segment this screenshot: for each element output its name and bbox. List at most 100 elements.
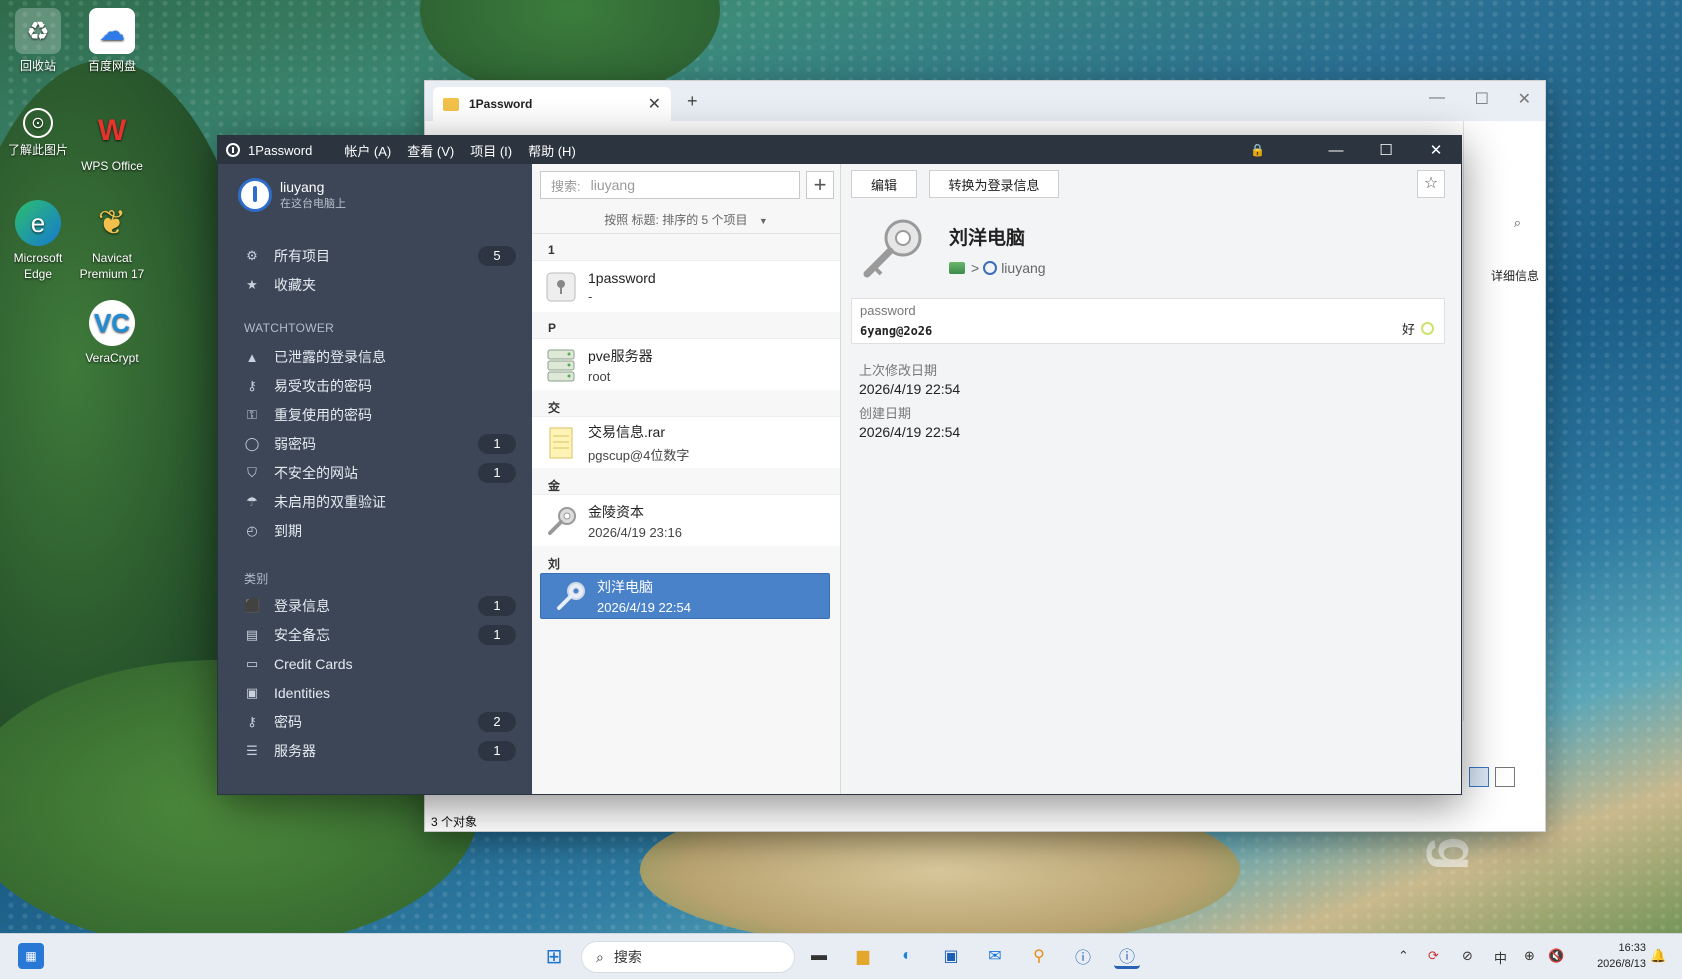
network-off-icon[interactable]: ⊘: [1462, 948, 1473, 964]
menu-item[interactable]: 项目 (I): [470, 141, 512, 160]
start-icon[interactable]: ⊞: [541, 943, 567, 969]
menu-account[interactable]: 帐户 (A): [344, 141, 391, 160]
minimize-icon[interactable]: —: [1429, 89, 1445, 107]
explorer-details-pane: [1463, 121, 1545, 721]
outlook-icon[interactable]: ✉: [982, 943, 1008, 969]
sync-icon[interactable]: ⟳: [1428, 948, 1439, 964]
onepassword-taskbar-icon[interactable]: ⓘ: [1070, 943, 1096, 969]
details-button[interactable]: 详细信息: [1491, 267, 1539, 284]
sidebar-item-vulnerable[interactable]: ⚷ 易受攻击的密码: [244, 373, 516, 399]
chevron-up-icon[interactable]: ⌃: [1398, 948, 1409, 964]
notification-bell-icon[interactable]: 🔔: [1650, 948, 1666, 964]
add-item-button[interactable]: +: [806, 171, 834, 199]
clock[interactable]: 16:33 2026/8/13: [1597, 940, 1646, 972]
tiles-view-icon[interactable]: [1495, 767, 1515, 787]
count-badge: 2: [478, 712, 516, 732]
sidebar-item-credit-cards[interactable]: ▭ Credit Cards: [244, 651, 516, 677]
item-title: 1password: [588, 269, 656, 286]
search-icon[interactable]: ⌕: [1514, 215, 1521, 231]
file-explorer-icon[interactable]: ▆: [850, 943, 876, 969]
edge-icon[interactable]: ◐: [894, 943, 920, 969]
desktop-icon-spotlight[interactable]: ⊙ 了解此图片: [0, 108, 76, 158]
search-tool-icon[interactable]: ⚲: [1026, 943, 1052, 969]
maximize-icon[interactable]: ☐: [1475, 89, 1489, 109]
recycle-bin-icon: ♻: [15, 8, 61, 54]
item-subtitle: root: [588, 368, 611, 384]
app-title: 1Password: [248, 142, 313, 158]
desktop-icon-edge[interactable]: e Microsoft Edge: [0, 200, 76, 282]
sidebar-item-all-items[interactable]: ⚙ 所有项目 5: [244, 243, 516, 269]
list-item-trade-info[interactable]: 交易信息.rar pgscup@4位数字: [532, 416, 840, 468]
favorite-star-icon[interactable]: ☆: [1417, 170, 1445, 198]
list-item-pve-server[interactable]: pve服务器 root: [532, 338, 840, 390]
sidebar-item-two-factor[interactable]: ☂ 未启用的双重验证: [244, 489, 516, 515]
item-list: 搜索: liuyang + 按照 标题: 排序的 5 个项目 ▼ 1 1pass…: [532, 164, 841, 794]
sidebar-item-reused[interactable]: ⚿ 重复使用的密码: [244, 402, 516, 428]
volume-off-icon[interactable]: 🔇: [1548, 948, 1564, 964]
menu-help[interactable]: 帮助 (H): [528, 141, 576, 160]
menu-view[interactable]: 查看 (V): [407, 141, 454, 160]
task-view-icon[interactable]: ▬: [806, 943, 832, 969]
sidebar-item-label: 登录信息: [274, 598, 330, 614]
account-subtitle: 在这台电脑上: [280, 198, 346, 210]
edge-icon: e: [15, 200, 61, 246]
list-item-1password[interactable]: 1password -: [532, 260, 840, 312]
sidebar-item-compromised[interactable]: ▲ 已泄露的登录信息: [244, 344, 516, 370]
sidebar-item-label: 弱密码: [274, 436, 316, 452]
convert-to-login-button[interactable]: 转换为登录信息: [929, 170, 1059, 198]
details-view-icon[interactable]: [1469, 767, 1489, 787]
desktop-icon-baidu-netdisk[interactable]: ☁ 百度网盘: [74, 8, 150, 74]
vault-name[interactable]: liuyang: [1001, 260, 1045, 276]
clock-date: 2026/8/13: [1597, 958, 1646, 970]
taskbar-search[interactable]: ⌕ 搜索: [581, 941, 795, 973]
globe-icon[interactable]: ⊕: [1524, 948, 1535, 964]
edit-button[interactable]: 编辑: [851, 170, 917, 198]
navicat-icon: ❦: [97, 204, 127, 242]
sidebar-item-favorites[interactable]: ★ 收藏夹: [244, 272, 516, 298]
sidebar-item-label: Identities: [274, 685, 331, 701]
password-field[interactable]: password 6yang@2o26 好: [851, 298, 1445, 344]
sidebar-item-weak[interactable]: ◯ 弱密码 1: [244, 431, 516, 457]
list-item-liuyang-pc[interactable]: 刘洋电脑 2026/4/19 22:54: [540, 573, 830, 619]
modified-label: 上次修改日期: [859, 363, 938, 378]
close-icon[interactable]: ✕: [1518, 89, 1531, 109]
desktop-icon-veracrypt[interactable]: VC VeraCrypt: [74, 300, 150, 366]
store-icon[interactable]: ▣: [938, 943, 964, 969]
sidebar-item-unsecure-sites[interactable]: ⛉ 不安全的网站 1: [244, 460, 516, 486]
search-placeholder: 搜索: [613, 949, 642, 965]
close-tab-icon[interactable]: ✕: [648, 94, 661, 114]
sort-selector[interactable]: 按照 标题: 排序的 5 个项目 ▼: [532, 206, 840, 234]
search-input[interactable]: 搜索: liuyang: [540, 171, 800, 199]
sidebar-item-servers[interactable]: ☰ 服务器 1: [244, 738, 516, 764]
onepassword-active-taskbar-icon[interactable]: ⓘ: [1114, 943, 1140, 969]
modified-value: 2026/4/19 22:54: [859, 381, 961, 397]
created-value: 2026/4/19 22:54: [859, 424, 961, 440]
sidebar-item-logins[interactable]: ⬛ 登录信息 1: [244, 593, 516, 619]
field-value[interactable]: 6yang@2o26: [860, 324, 1436, 338]
minimize-icon[interactable]: —: [1311, 142, 1361, 159]
search-prefix: 搜索:: [551, 178, 581, 194]
sidebar-item-passwords[interactable]: ⚷ 密码 2: [244, 709, 516, 735]
sidebar-item-expiring[interactable]: ◴ 到期: [244, 518, 516, 544]
desktop-icon-wps-office[interactable]: W WPS Office: [74, 108, 150, 174]
section-header: 1: [548, 243, 555, 257]
item-title: pve服务器: [588, 347, 653, 364]
explorer-tab[interactable]: 1Password ✕: [433, 87, 671, 121]
account-switcher[interactable]: liuyang 在这台电脑上: [238, 178, 346, 212]
item-title: 金陵资本: [588, 503, 644, 520]
item-title: 刘洋电脑: [597, 579, 653, 595]
new-tab-button[interactable]: +: [687, 91, 698, 112]
sidebar-item-identities[interactable]: ▣ Identities: [244, 680, 516, 706]
desktop-icon-navicat[interactable]: ❦ Navicat Premium 17: [74, 200, 150, 282]
folder-icon: [443, 97, 459, 111]
sidebar-item-secure-notes[interactable]: ▤ 安全备忘 1: [244, 622, 516, 648]
widgets-icon[interactable]: ▦: [18, 943, 44, 969]
note-icon: ▤: [245, 627, 259, 642]
ime-indicator[interactable]: 中: [1494, 948, 1507, 967]
maximize-icon[interactable]: ☐: [1361, 141, 1411, 159]
desktop-icon-recycle-bin[interactable]: ♻ 回收站: [0, 8, 76, 74]
spotlight-icon: ⊙: [23, 108, 53, 138]
close-icon[interactable]: ✕: [1411, 141, 1461, 159]
lock-icon[interactable]: 🔒: [1250, 143, 1265, 157]
list-item-jinling-capital[interactable]: 金陵资本 2026/4/19 23:16: [532, 494, 840, 546]
